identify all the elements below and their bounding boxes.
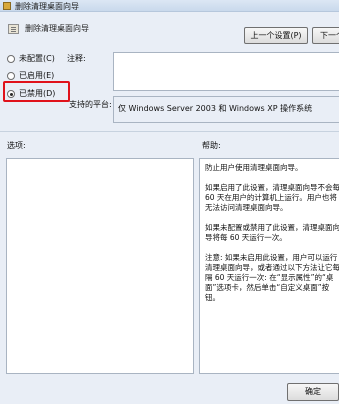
help-text: 防止用户使用清理桌面向导。 如果启用了此设置，清理桌面向导不会每 60 天在用户… (205, 163, 339, 302)
ok-button[interactable]: 确定 (287, 383, 339, 401)
radio-button-icon[interactable] (7, 72, 15, 80)
comment-textarea[interactable] (113, 52, 339, 91)
supported-platforms-value: 仅 Windows Server 2003 和 Windows XP 操作系统 (113, 96, 339, 123)
red-highlight-annotation (3, 81, 70, 102)
window-title: 删除清理桌面向导 (15, 2, 79, 11)
help-panel[interactable]: 防止用户使用清理桌面向导。 如果启用了此设置，清理桌面向导不会每 60 天在用户… (199, 158, 339, 374)
next-setting-button[interactable]: 下一个 (312, 27, 339, 44)
policy-setting-icon (8, 24, 19, 34)
policy-app-icon (3, 2, 11, 10)
supported-platforms-label: 支持的平台: (69, 100, 112, 109)
radio-button-icon[interactable] (7, 55, 15, 63)
previous-setting-button[interactable]: 上一个设置(P) (244, 27, 308, 44)
title-bar: 删除清理桌面向导 (0, 0, 339, 12)
help-label: 帮助: (202, 141, 221, 150)
options-label: 选项: (7, 141, 26, 150)
radio-label: 未配置(C) (19, 54, 55, 63)
options-panel (6, 158, 194, 374)
divider (0, 131, 339, 132)
policy-name: 删除清理桌面向导 (25, 24, 89, 33)
comment-label: 注释: (67, 54, 86, 63)
